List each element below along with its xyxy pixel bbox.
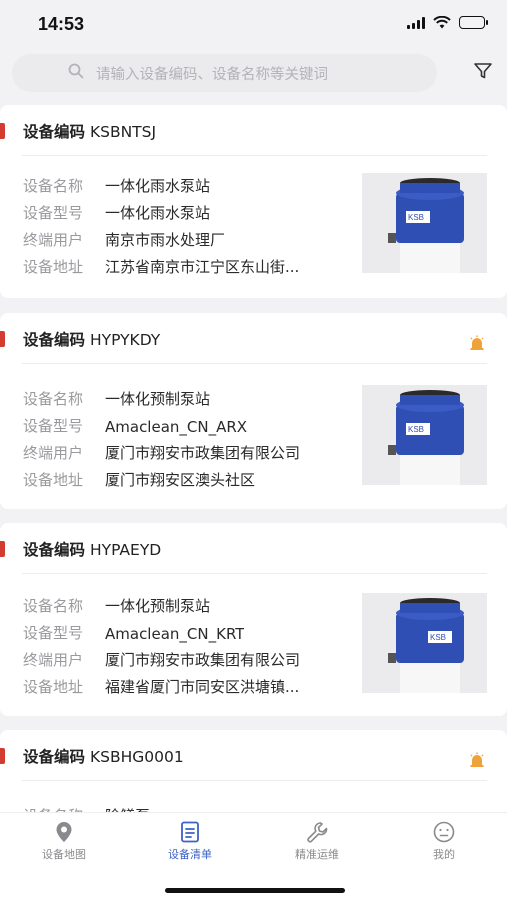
svg-text:KSB: KSB (408, 213, 424, 222)
tab-mine[interactable]: 我的 (394, 821, 494, 862)
card-divider (22, 573, 487, 574)
device-code: HYPAEYD (89, 541, 162, 559)
code-label: 设备编码 (23, 331, 86, 349)
field-address: 设备地址 江苏省南京市江宁区东山街... (23, 256, 299, 277)
device-card[interactable]: 设备编码 HYPAEYD 设备名称 一体化预制泵站 设备型号 Amaclean_CN… (0, 523, 507, 716)
pump-station-illustration: KSB (362, 593, 487, 693)
list-document-icon (181, 821, 199, 843)
field-label: 终端用户 (23, 444, 84, 462)
field-value: 厦门市翔安市政集团有限公司 (105, 651, 301, 669)
tab-device-list[interactable]: 设备清单 (140, 821, 240, 862)
field-value: 福建省厦门市同安区洪塘镇... (105, 678, 300, 696)
pump-station-illustration: KSB (362, 385, 487, 485)
field-name: 设备名称 一体化预制泵站 (23, 388, 210, 409)
card-title: 设备编码 KSBNTSJ (23, 120, 156, 142)
field-user: 终端用户 厦门市翔安市政集团有限公司 (23, 442, 300, 463)
search-row: 请输入设备编码、设备名称等关键词 (0, 50, 507, 98)
field-label: 设备名称 (23, 597, 84, 615)
signal-icon (407, 16, 425, 29)
card-accent (0, 331, 5, 347)
field-label: 设备地址 (23, 471, 84, 489)
field-address: 设备地址 福建省厦门市同安区洪塘镇... (23, 676, 299, 697)
field-label: 设备名称 (23, 177, 84, 195)
card-title: 设备编码 HYPYKDY (23, 328, 160, 350)
field-label: 设备型号 (23, 417, 84, 435)
field-value: Amaclean_CN_ARX (105, 418, 248, 436)
card-title: 设备编码 KSBHG0001 (23, 745, 184, 767)
card-accent (0, 541, 5, 557)
field-user: 终端用户 厦门市翔安市政集团有限公司 (23, 649, 300, 670)
field-label: 设备型号 (23, 624, 84, 642)
card-divider (22, 155, 487, 156)
field-label: 终端用户 (23, 651, 84, 669)
field-value: 一体化预制泵站 (105, 597, 211, 615)
tab-bar: 设备地图 设备清单 精准运维 我的 (0, 812, 507, 900)
status-bar: 14:53 (0, 0, 507, 50)
code-label: 设备编码 (23, 123, 86, 141)
battery-icon (459, 16, 488, 29)
device-image: KSB (362, 385, 487, 485)
card-accent (0, 123, 5, 139)
tab-precise-maintenance[interactable]: 精准运维 (267, 821, 367, 862)
card-title: 设备编码 HYPAEYD (23, 538, 161, 560)
wrench-icon (307, 822, 328, 843)
field-value: 一体化雨水泵站 (105, 177, 211, 195)
tab-label: 精准运维 (295, 848, 339, 861)
field-label: 终端用户 (23, 231, 84, 249)
alarm-icon (470, 752, 484, 767)
card-divider (22, 363, 487, 364)
field-value: 江苏省南京市江宁区东山街... (105, 258, 300, 276)
code-label: 设备编码 (23, 541, 86, 559)
field-value: 一体化雨水泵站 (105, 204, 211, 222)
tab-label: 设备清单 (168, 848, 212, 861)
location-pin-icon (56, 822, 72, 842)
alarm-icon (470, 335, 484, 350)
pump-station-illustration: KSB (362, 173, 487, 273)
field-name: 设备名称 一体化预制泵站 (23, 595, 210, 616)
field-user: 终端用户 南京市雨水处理厂 (23, 229, 225, 250)
field-model: 设备型号 Amaclean_CN_KRT (23, 622, 244, 643)
card-divider (22, 780, 487, 781)
search-icon (68, 63, 84, 79)
field-label: 设备地址 (23, 678, 84, 696)
tab-device-map[interactable]: 设备地图 (14, 821, 114, 862)
field-value: 一体化预制泵站 (105, 390, 211, 408)
field-label: 设备地址 (23, 258, 84, 276)
search-placeholder: 请输入设备编码、设备名称等关键词 (96, 67, 328, 83)
device-image: KSB (362, 173, 487, 273)
tab-label: 设备地图 (42, 848, 86, 861)
field-name: 设备名称 一体化雨水泵站 (23, 175, 210, 196)
filter-icon[interactable] (473, 62, 493, 80)
field-value: Amaclean_CN_KRT (105, 625, 245, 643)
field-address: 设备地址 厦门市翔安区澳头社区 (23, 469, 255, 490)
device-code: KSBNTSJ (89, 123, 157, 141)
field-label: 设备名称 (23, 390, 84, 408)
code-label: 设备编码 (23, 748, 86, 766)
svg-text:KSB: KSB (430, 633, 446, 642)
svg-text:KSB: KSB (408, 425, 424, 434)
device-image: KSB (362, 593, 487, 693)
field-model: 设备型号 一体化雨水泵站 (23, 202, 210, 223)
tab-label: 我的 (433, 848, 455, 861)
field-value: 厦门市翔安区澳头社区 (105, 471, 256, 489)
status-time: 14:53 (38, 14, 85, 34)
field-value: 南京市雨水处理厂 (105, 231, 226, 249)
device-card[interactable]: 设备编码 HYPYKDY 设备名称 一体化预制泵站 设备型号 Amaclean_CN… (0, 313, 507, 509)
home-indicator (165, 888, 345, 893)
status-icons (407, 16, 488, 29)
user-face-icon (433, 821, 455, 843)
device-code: HYPYKDY (89, 331, 161, 349)
field-value: 厦门市翔安市政集团有限公司 (105, 444, 301, 462)
card-accent (0, 748, 5, 764)
wifi-icon (433, 16, 451, 29)
field-label: 设备型号 (23, 204, 84, 222)
field-model: 设备型号 Amaclean_CN_ARX (23, 415, 247, 436)
device-code: KSBHG0001 (89, 748, 184, 766)
device-card[interactable]: 设备编码 KSBNTSJ 设备名称 一体化雨水泵站 设备型号 一体化雨水泵站 终端用… (0, 105, 507, 298)
